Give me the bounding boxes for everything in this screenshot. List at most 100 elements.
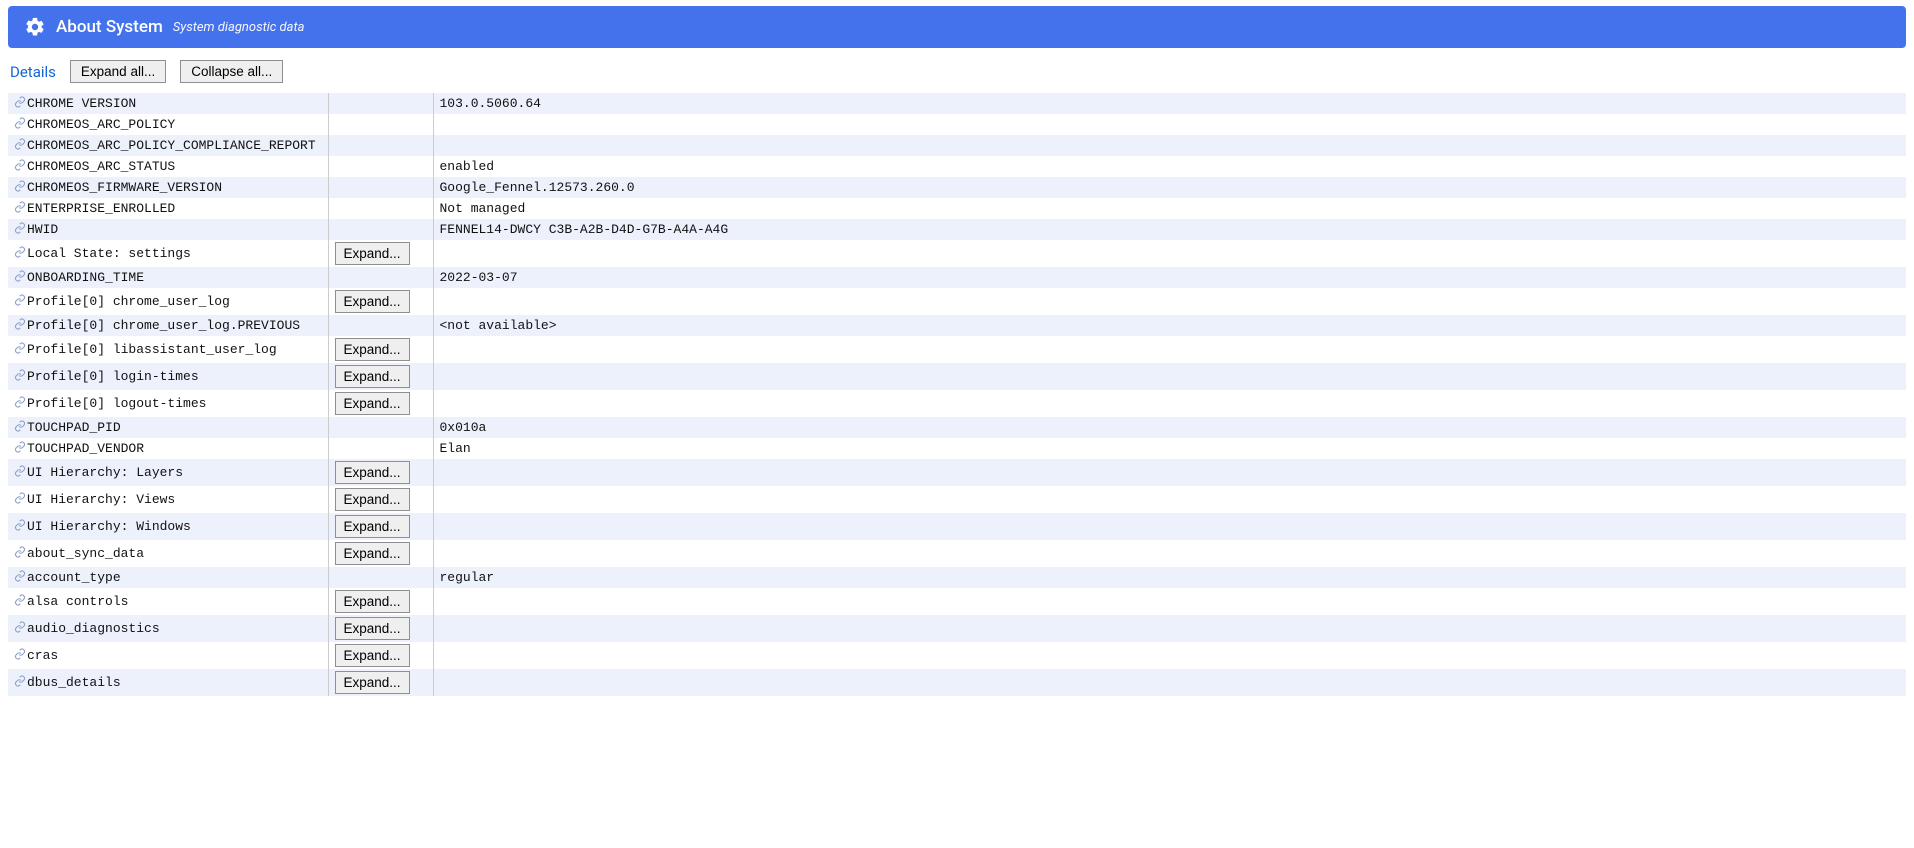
- row-name: HWID: [27, 222, 58, 237]
- link-icon[interactable]: [14, 318, 26, 330]
- table-row: TOUCHPAD_VENDORElan: [8, 438, 1906, 459]
- link-icon[interactable]: [14, 342, 26, 354]
- table-row: about_sync_dataExpand...: [8, 540, 1906, 567]
- link-icon[interactable]: [14, 420, 26, 432]
- table-row: Local State: settings Expand...: [8, 240, 1906, 267]
- table-row: CHROME VERSION103.0.5060.64: [8, 93, 1906, 114]
- table-row: alsa controls Expand...: [8, 588, 1906, 615]
- expand-button[interactable]: Expand...: [335, 461, 410, 484]
- table-row: dbus_detailsExpand...: [8, 669, 1906, 696]
- link-icon[interactable]: [14, 180, 26, 192]
- row-value: <not available>: [433, 315, 1906, 336]
- row-value: 0x010a: [433, 417, 1906, 438]
- row-value: [433, 540, 1906, 567]
- row-value: enabled: [433, 156, 1906, 177]
- link-icon[interactable]: [14, 441, 26, 453]
- row-name: CHROMEOS_FIRMWARE_VERSION: [27, 180, 222, 195]
- row-name: CHROME VERSION: [27, 96, 136, 111]
- row-name: alsa controls: [27, 594, 128, 609]
- row-name: Local State: settings: [27, 246, 191, 261]
- row-name: Profile[0] logout-times: [27, 396, 206, 411]
- link-icon[interactable]: [14, 594, 26, 606]
- page-header: About System System diagnostic data: [8, 6, 1906, 48]
- expand-button[interactable]: Expand...: [335, 644, 410, 667]
- table-row: Profile[0] chrome_user_log.PREVIOUS<not …: [8, 315, 1906, 336]
- link-icon[interactable]: [14, 648, 26, 660]
- row-name: TOUCHPAD_PID: [27, 420, 121, 435]
- row-name: Profile[0] login-times: [27, 369, 199, 384]
- row-value: [433, 615, 1906, 642]
- link-icon[interactable]: [14, 201, 26, 213]
- row-value: Elan: [433, 438, 1906, 459]
- link-icon[interactable]: [14, 246, 26, 258]
- row-value: Google_Fennel.12573.260.0: [433, 177, 1906, 198]
- link-icon[interactable]: [14, 570, 26, 582]
- row-value: [433, 363, 1906, 390]
- table-row: CHROMEOS_ARC_POLICY: [8, 114, 1906, 135]
- table-row: CHROMEOS_ARC_STATUS enabled: [8, 156, 1906, 177]
- row-value: 2022-03-07: [433, 267, 1906, 288]
- link-icon[interactable]: [14, 396, 26, 408]
- table-row: audio_diagnosticsExpand...: [8, 615, 1906, 642]
- row-value: [433, 669, 1906, 696]
- row-value: [433, 390, 1906, 417]
- link-icon[interactable]: [14, 465, 26, 477]
- table-row: cras Expand...: [8, 642, 1906, 669]
- link-icon[interactable]: [14, 546, 26, 558]
- link-icon[interactable]: [14, 675, 26, 687]
- row-value: [433, 288, 1906, 315]
- row-name: account_type: [27, 570, 121, 585]
- expand-button[interactable]: Expand...: [335, 392, 410, 415]
- table-row: Profile[0] libassistant_user_logExpand..…: [8, 336, 1906, 363]
- table-row: UI Hierarchy: LayersExpand...: [8, 459, 1906, 486]
- row-value: [433, 459, 1906, 486]
- table-row: UI Hierarchy: Views Expand...: [8, 486, 1906, 513]
- table-row: Profile[0] chrome_user_log Expand...: [8, 288, 1906, 315]
- link-icon[interactable]: [14, 117, 26, 129]
- table-row: ENTERPRISE_ENROLLED Not managed: [8, 198, 1906, 219]
- expand-button[interactable]: Expand...: [335, 365, 410, 388]
- row-value: [433, 513, 1906, 540]
- table-row: Profile[0] logout-times Expand...: [8, 390, 1906, 417]
- expand-button[interactable]: Expand...: [335, 542, 410, 565]
- expand-button[interactable]: Expand...: [335, 590, 410, 613]
- table-row: CHROMEOS_ARC_POLICY_COMPLIANCE_REPORT: [8, 135, 1906, 156]
- row-value: [433, 588, 1906, 615]
- toolbar: Details Expand all... Collapse all...: [0, 48, 1914, 93]
- row-value: [433, 240, 1906, 267]
- link-icon[interactable]: [14, 96, 26, 108]
- row-name: CHROMEOS_ARC_POLICY_COMPLIANCE_REPORT: [27, 138, 316, 153]
- details-link[interactable]: Details: [10, 63, 56, 81]
- row-value: [433, 486, 1906, 513]
- link-icon[interactable]: [14, 159, 26, 171]
- row-name: UI Hierarchy: Views: [27, 492, 175, 507]
- link-icon[interactable]: [14, 519, 26, 531]
- link-icon[interactable]: [14, 270, 26, 282]
- link-icon[interactable]: [14, 492, 26, 504]
- expand-button[interactable]: Expand...: [335, 671, 410, 694]
- link-icon[interactable]: [14, 138, 26, 150]
- expand-button[interactable]: Expand...: [335, 617, 410, 640]
- collapse-all-button[interactable]: Collapse all...: [180, 60, 283, 83]
- row-value: regular: [433, 567, 1906, 588]
- row-name: cras: [27, 648, 58, 663]
- row-value: [433, 135, 1906, 156]
- row-value: Not managed: [433, 198, 1906, 219]
- expand-button[interactable]: Expand...: [335, 488, 410, 511]
- expand-button[interactable]: Expand...: [335, 515, 410, 538]
- expand-button[interactable]: Expand...: [335, 338, 410, 361]
- expand-button[interactable]: Expand...: [335, 290, 410, 313]
- row-value: FENNEL14-DWCY C3B-A2B-D4D-G7B-A4A-A4G: [433, 219, 1906, 240]
- link-icon[interactable]: [14, 294, 26, 306]
- row-name: Profile[0] chrome_user_log: [27, 294, 230, 309]
- row-value: [433, 642, 1906, 669]
- row-name: ENTERPRISE_ENROLLED: [27, 201, 175, 216]
- link-icon[interactable]: [14, 621, 26, 633]
- link-icon[interactable]: [14, 369, 26, 381]
- table-row: HWID FENNEL14-DWCY C3B-A2B-D4D-G7B-A4A-A4…: [8, 219, 1906, 240]
- expand-button[interactable]: Expand...: [335, 242, 410, 265]
- link-icon[interactable]: [14, 222, 26, 234]
- expand-all-button[interactable]: Expand all...: [70, 60, 166, 83]
- row-name: CHROMEOS_ARC_STATUS: [27, 159, 175, 174]
- row-value: [433, 114, 1906, 135]
